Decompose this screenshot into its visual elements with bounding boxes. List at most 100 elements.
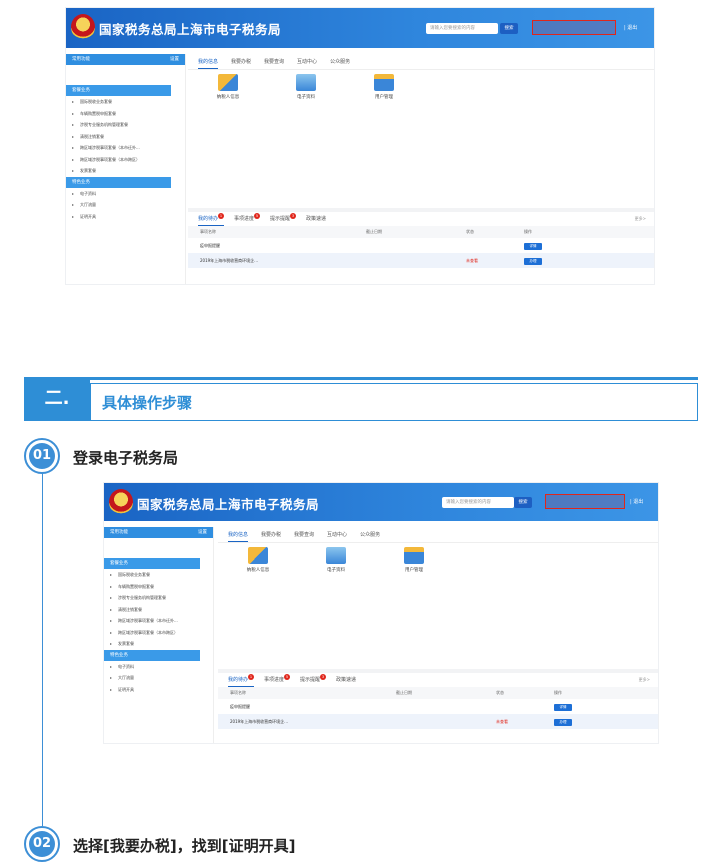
sidebar-item[interactable]: 跨区域涉税事项套餐（本市跨区） bbox=[66, 154, 185, 166]
tab-my-todo[interactable]: 我的待办 1 bbox=[198, 212, 225, 226]
more-link[interactable]: 更多> bbox=[639, 673, 650, 687]
user-management-icon bbox=[404, 547, 424, 564]
sidebar-item[interactable]: 国际税收业务套餐 bbox=[104, 569, 213, 581]
common-funcs-header: 常用功能 设置 bbox=[104, 527, 213, 538]
more-link[interactable]: 更多> bbox=[635, 212, 646, 226]
table-row: 2019年上海市税收营商环境企... 未查看 办理 bbox=[218, 714, 658, 729]
search-button[interactable]: 搜索 bbox=[500, 23, 518, 34]
taxpayer-info-tile[interactable]: 纳税人信息 bbox=[240, 547, 276, 573]
step-2-text: 选择[我要办税]，找到[证明开具] bbox=[73, 837, 296, 855]
table-row: 疫申报提醒 详情 bbox=[188, 238, 654, 253]
sidebar-item[interactable]: 车辆购置税申报套餐 bbox=[66, 108, 185, 120]
tax-emblem-icon bbox=[109, 489, 133, 515]
search-input[interactable]: 请输入您要搜索的内容 bbox=[426, 23, 498, 34]
taxpayer-info-icon bbox=[248, 547, 268, 564]
sidebar-item[interactable]: 电子资料 bbox=[66, 188, 185, 200]
portal-title: 国家税务总局上海市电子税务局 bbox=[99, 22, 282, 37]
sidebar-item[interactable]: 清税注销套餐 bbox=[104, 604, 213, 616]
tab-progress[interactable]: 事项进度 5 bbox=[264, 673, 291, 687]
sidebar-item[interactable]: 证明开具 bbox=[66, 211, 185, 223]
step-1-badge: 01 bbox=[24, 438, 60, 474]
section-title: 具体操作步骤 bbox=[102, 394, 193, 412]
tab-public[interactable]: 公众服务 bbox=[330, 54, 350, 69]
settings-link[interactable]: 设置 bbox=[170, 54, 179, 65]
step-1-text: 登录电子税务局 bbox=[73, 449, 179, 467]
tab-policy[interactable]: 政策速递 bbox=[336, 673, 356, 687]
e-documents-icon bbox=[326, 547, 346, 564]
tab-handle-tax[interactable]: 我要办税 bbox=[261, 527, 281, 542]
sidebar-item[interactable]: 大厅流量 bbox=[104, 672, 213, 684]
tab-interaction[interactable]: 互动中心 bbox=[327, 527, 347, 542]
user-management-tile[interactable]: 用户管理 bbox=[396, 547, 432, 573]
e-documents-tile[interactable]: 电子资料 bbox=[318, 547, 354, 573]
search-button[interactable]: 搜索 bbox=[514, 497, 532, 508]
user-management-tile[interactable]: 用户管理 bbox=[366, 74, 402, 100]
sidebar-item[interactable]: 电子资料 bbox=[104, 661, 213, 673]
table-header: 事项名称 截止日期 状态 操作 bbox=[188, 226, 654, 238]
user-management-icon bbox=[374, 74, 394, 91]
sidebar-item[interactable]: 发票套餐 bbox=[66, 165, 185, 177]
sidebar-item[interactable]: 跨区域涉税事项套餐（本市迁外... bbox=[66, 142, 185, 154]
handle-button[interactable]: 办理 bbox=[554, 719, 572, 726]
taxpayer-info-tile[interactable]: 纳税人信息 bbox=[210, 74, 246, 100]
table-row: 疫申报提醒 详情 bbox=[218, 699, 658, 714]
search-input[interactable]: 请输入您要搜索的内容 bbox=[442, 497, 514, 508]
redacted-user-box bbox=[545, 494, 625, 509]
sidebar-item[interactable]: 车辆购置税申报套餐 bbox=[104, 581, 213, 593]
sidebar-section-special[interactable]: 特色业务 bbox=[104, 649, 200, 661]
tab-reminders[interactable]: 提示提醒 3 bbox=[300, 673, 327, 687]
portal-screenshot-2: 国家税务总局上海市电子税务局 请输入您要搜索的内容 搜索 | 退出 常用功能 设置… bbox=[103, 482, 659, 744]
table-row: 2019年上海市税收营商环境企... 未查看 办理 bbox=[188, 253, 654, 268]
tab-query[interactable]: 我要查询 bbox=[294, 527, 314, 542]
main-panel: 我的信息 我要办税 我要查询 互动中心 公众服务 纳税人信息 电子资料 用户管理… bbox=[188, 54, 654, 284]
main-tabs: 我的信息 我要办税 我要查询 互动中心 公众服务 bbox=[218, 527, 658, 543]
tab-public[interactable]: 公众服务 bbox=[360, 527, 380, 542]
details-button[interactable]: 详情 bbox=[554, 704, 572, 711]
common-funcs-header: 常用功能 设置 bbox=[66, 54, 185, 65]
sidebar-item[interactable]: 清税注销套餐 bbox=[66, 131, 185, 143]
tab-reminders[interactable]: 提示提醒 3 bbox=[270, 212, 297, 226]
tab-my-info[interactable]: 我的信息 bbox=[198, 54, 219, 69]
section-header: 二. 具体操作步骤 bbox=[24, 377, 698, 421]
tab-progress[interactable]: 事项进度 5 bbox=[234, 212, 261, 226]
details-button[interactable]: 详情 bbox=[524, 243, 542, 250]
logout-link[interactable]: | 退出 bbox=[624, 24, 637, 31]
sidebar-item[interactable]: 大厅流量 bbox=[66, 199, 185, 211]
e-documents-icon bbox=[296, 74, 316, 91]
tab-my-todo[interactable]: 我的待办 1 bbox=[228, 673, 255, 687]
e-documents-tile[interactable]: 电子资料 bbox=[288, 74, 324, 100]
sidebar-section-special[interactable]: 特色业务 bbox=[66, 176, 171, 188]
tab-my-info[interactable]: 我的信息 bbox=[228, 527, 249, 542]
taxpayer-info-icon bbox=[218, 74, 238, 91]
logout-link[interactable]: | 退出 bbox=[630, 498, 643, 505]
portal-header: 国家税务总局上海市电子税务局 请输入您要搜索的内容 搜索 | 退出 bbox=[104, 483, 658, 521]
sidebar-item[interactable]: 国际税收业务套餐 bbox=[66, 96, 185, 108]
sidebar-item[interactable]: 跨区域涉税事项套餐（本市迁外... bbox=[104, 615, 213, 627]
tab-interaction[interactable]: 互动中心 bbox=[297, 54, 317, 69]
sidebar: 常用功能设置 套餐业务 国际税收业务套餐 车辆购置税申报套餐 涉税专业服务机构管… bbox=[104, 527, 214, 743]
tab-policy[interactable]: 政策速递 bbox=[306, 212, 326, 226]
sidebar-item[interactable]: 涉税专业服务机构管理套餐 bbox=[66, 119, 185, 131]
table-header: 事项名称 截止日期 状态 操作 bbox=[218, 687, 658, 699]
tab-handle-tax[interactable]: 我要办税 bbox=[231, 54, 251, 69]
sidebar: 常用功能设置 套餐业务 国际税收业务套餐 车辆购置税申报套餐 涉税专业服务机构管… bbox=[66, 54, 186, 284]
todo-panel: 我的待办 1 事项进度 5 提示提醒 3 政策速递 更多> 事项名称 截止日期 状态 操作 … bbox=[188, 208, 654, 268]
handle-button[interactable]: 办理 bbox=[524, 258, 542, 265]
sidebar-item[interactable]: 跨区域涉税事项套餐（本市跨区） bbox=[104, 627, 213, 639]
portal-screenshot-1: 国家税务总局上海市电子税务局 请输入您要搜索的内容 搜索 | 退出 常用功能 设置… bbox=[65, 7, 655, 285]
section-number: 二. bbox=[24, 377, 90, 421]
sidebar-section-package[interactable]: 套餐业务 bbox=[104, 558, 200, 569]
sidebar-section-package[interactable]: 套餐业务 bbox=[66, 85, 171, 96]
timeline-line bbox=[42, 466, 43, 826]
sidebar-item[interactable]: 涉税专业服务机构管理套餐 bbox=[104, 592, 213, 604]
settings-link[interactable]: 设置 bbox=[198, 527, 207, 538]
tax-emblem-icon bbox=[71, 14, 95, 40]
redacted-user-box bbox=[532, 20, 616, 35]
tab-query[interactable]: 我要查询 bbox=[264, 54, 284, 69]
sidebar-item[interactable]: 发票套餐 bbox=[104, 638, 213, 650]
sidebar-item[interactable]: 证明开具 bbox=[104, 684, 213, 696]
main-panel: 我的信息 我要办税 我要查询 互动中心 公众服务 纳税人信息 电子资料 用户管理… bbox=[218, 527, 658, 743]
portal-header: 国家税务总局上海市电子税务局 请输入您要搜索的内容 搜索 | 退出 bbox=[66, 8, 654, 48]
main-tabs: 我的信息 我要办税 我要查询 互动中心 公众服务 bbox=[188, 54, 654, 70]
step-2-badge: 02 bbox=[24, 826, 60, 862]
